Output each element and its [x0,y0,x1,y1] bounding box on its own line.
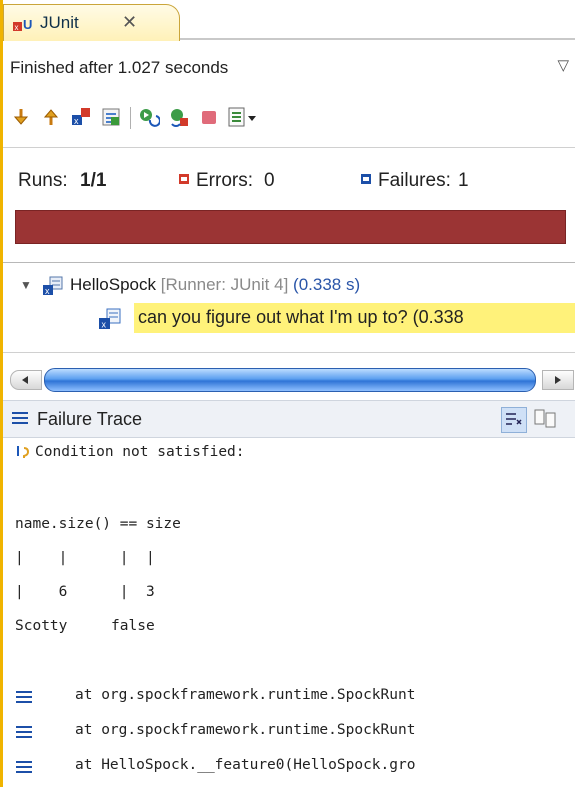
stack-frame-icon [16,726,32,738]
filter-stack-trace-icon[interactable] [501,407,527,433]
suite-duration: (0.338 s) [293,275,361,294]
tab-title: JUnit [40,13,79,32]
test-progress-bar [15,210,566,244]
scroll-left-icon[interactable] [10,370,42,390]
horizontal-scrollbar[interactable] [10,368,575,392]
junit-toolbar: x [10,106,530,130]
stop-icon[interactable] [198,106,220,128]
test-suite-icon: x [43,276,63,296]
failures-value: 1 [458,170,469,191]
failure-trace-title: Failure Trace [37,409,143,429]
scroll-right-icon[interactable] [542,370,574,390]
history-dropdown-icon[interactable] [246,106,258,128]
previous-failure-icon[interactable] [40,106,62,128]
suite-name: HelloSpock [70,275,156,294]
runs-label: Runs: [18,170,68,191]
runs-value: 1/1 [80,170,107,191]
view-tab-strip: x U JUnit ✕ [3,0,575,41]
toolbar-separator [130,107,131,129]
stack-frame-icon [16,761,32,773]
suite-runner: [Runner: JUnit 4] [160,275,289,294]
junit-icon: x U [13,17,32,32]
svg-text:x: x [45,286,50,296]
trace-line[interactable]: Condition not satisfied: [35,444,245,460]
tab-junit[interactable]: x U JUnit ✕ [3,4,180,41]
failures-label: Failures: [378,170,451,191]
expand-triangle-icon[interactable]: ▼ [20,278,32,292]
stack-frame[interactable]: at org.spockframework.runtime.SpockRunt [75,722,415,738]
history-icon[interactable] [226,106,248,128]
failure-trace-header: Failure Trace [3,400,575,438]
test-name: can you figure out what I'm up to? [138,307,408,327]
run-status: Finished after 1.027 seconds [10,58,229,77]
scrollbar-thumb[interactable] [44,368,536,392]
svg-text:x: x [74,116,79,126]
trace-line[interactable]: | 6 | 3 [15,584,155,600]
errors-value: 0 [264,170,275,191]
counters-divider [3,262,575,263]
stack-frame-icon [16,691,32,703]
stack-trace-icon [12,412,28,424]
toolbar-divider [3,147,575,148]
svg-text:x: x [15,23,19,32]
close-icon[interactable]: ✕ [122,12,137,33]
failure-marker-icon [360,169,372,191]
failed-test-icon: x [99,308,121,330]
assertion-icon [17,446,30,458]
left-accent-rule [0,0,3,787]
compare-result-icon[interactable] [533,407,557,431]
trace-line[interactable]: Scotty false [15,618,155,634]
svg-text:U: U [23,17,32,32]
errors-label: Errors: [196,170,253,191]
rerun-failed-first-icon[interactable] [168,106,190,128]
view-menu-chevron-icon[interactable]: ▽ [557,56,569,74]
error-marker-icon [178,169,190,191]
tree-divider [3,352,575,353]
rerun-icon[interactable] [138,106,160,128]
svg-text:x: x [102,320,107,330]
trace-line[interactable]: name.size() == size [15,516,181,532]
test-duration: (0.338 [412,307,464,327]
stack-frame[interactable]: at org.spockframework.runtime.SpockRunt [75,687,415,703]
next-failure-icon[interactable] [10,106,32,128]
trace-line[interactable]: | | | | [15,550,155,566]
stack-frame[interactable]: at HelloSpock.__feature0(HelloSpock.gro [75,757,415,773]
scroll-lock-icon[interactable] [100,106,122,128]
show-failures-only-icon[interactable]: x [70,106,92,128]
